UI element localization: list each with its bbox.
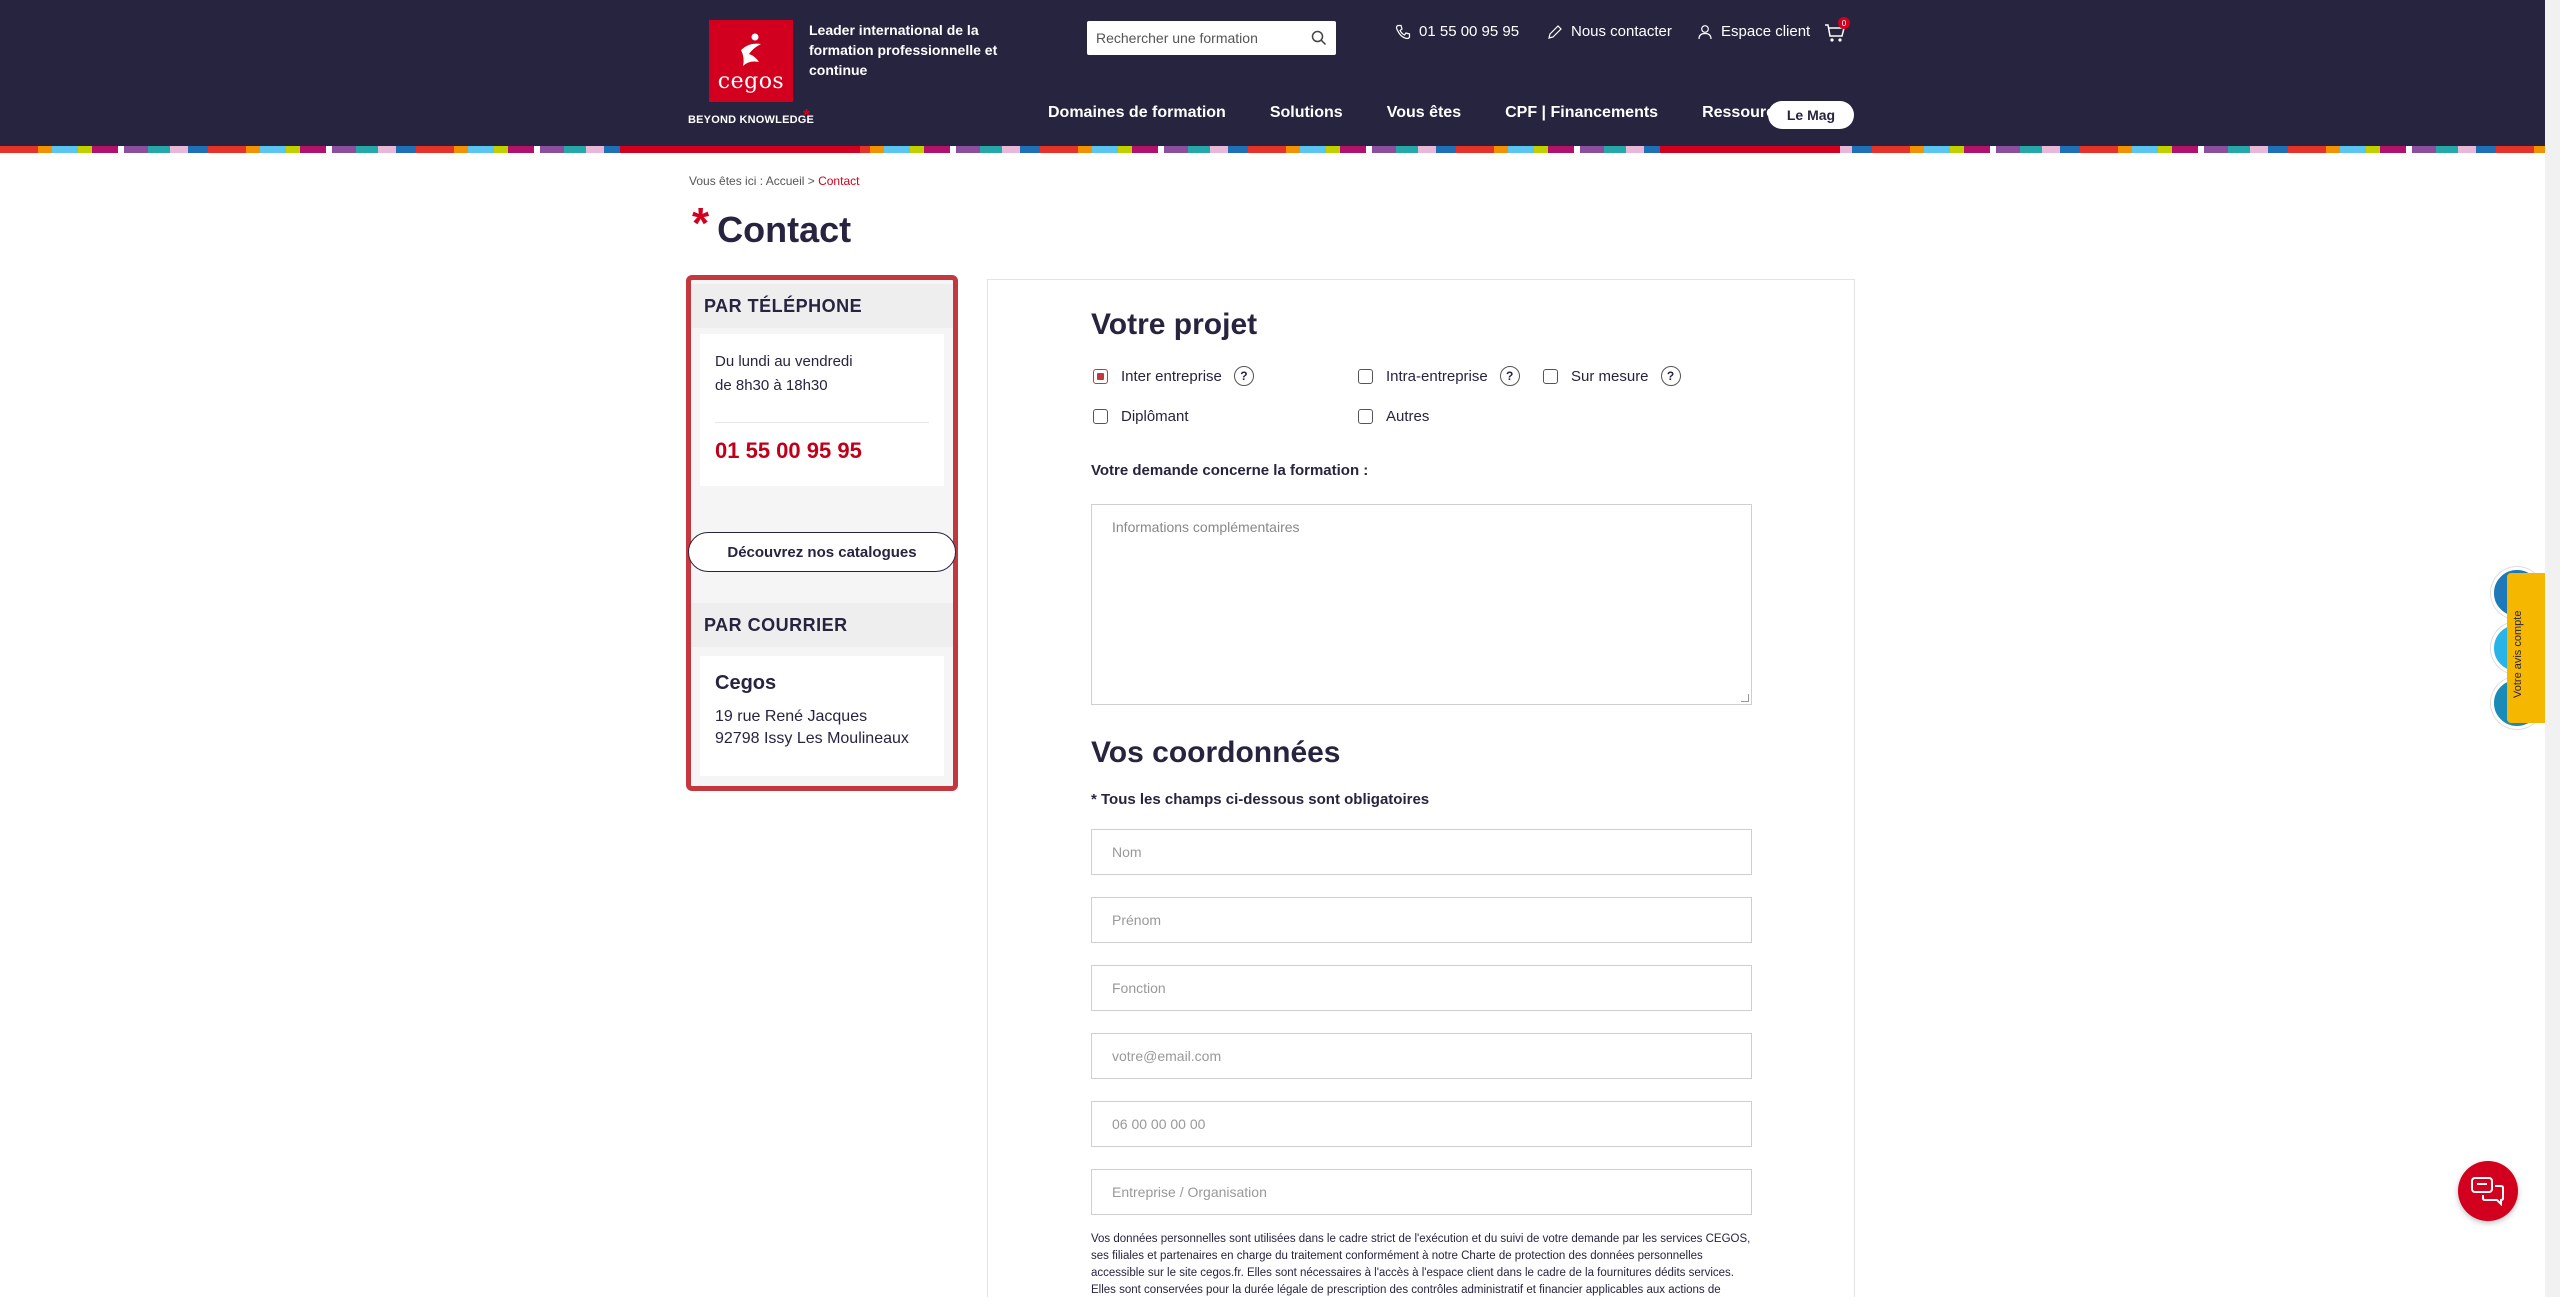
option-label: Inter entreprise (1121, 367, 1222, 385)
nav-item-vous-etes[interactable]: Vous êtes (1387, 104, 1461, 122)
phone-field[interactable]: 06 00 00 00 00 (1091, 1101, 1752, 1147)
fonction-field[interactable]: Fonction (1091, 965, 1752, 1011)
contact-sidebar: PAR TÉLÉPHONE Du lundi au vendredi de 8h… (686, 275, 958, 791)
phone-icon (1395, 24, 1411, 39)
contact-link[interactable]: Nous contacter (1547, 23, 1672, 40)
nav-item-solutions[interactable]: Solutions (1270, 104, 1343, 122)
breadcrumb: Vous êtes ici : Accueil > Contact (689, 174, 859, 188)
search-icon[interactable] (1302, 21, 1336, 55)
chat-button[interactable] (2458, 1161, 2518, 1221)
phone-heading: PAR TÉLÉPHONE (691, 284, 953, 328)
scrollbar[interactable] (2545, 0, 2560, 1297)
site-header: cegos BEYOND KNOWLEDGE * Leader internati… (0, 0, 2545, 148)
required-fields-note: * Tous les champs ci-dessous sont obliga… (1091, 791, 1430, 808)
logo-text: cegos (717, 69, 785, 94)
pencil-icon (1548, 24, 1562, 39)
opening-hours: Du lundi au vendredi de 8h30 à 18h30 (715, 353, 853, 394)
option-sur-mesure[interactable]: Sur mesure ? (1543, 366, 1681, 386)
mail-box: Cegos 19 rue René Jacques 92798 Issy Les… (700, 656, 944, 776)
coordinates-title: Vos coordonnées (1091, 736, 1341, 769)
search-input[interactable]: Rechercher une formation (1087, 21, 1336, 55)
additional-info-textarea[interactable]: Informations complémentaires (1091, 504, 1752, 705)
header-tagline: Leader international de la formation pro… (809, 22, 998, 78)
option-label: Intra-entreprise (1386, 367, 1488, 385)
page-title-text: Contact (717, 209, 852, 250)
client-space-link[interactable]: Espace client (1697, 23, 1810, 40)
option-inter-entreprise[interactable]: Inter entreprise ? (1093, 366, 1254, 386)
page-title: * Contact (692, 199, 852, 254)
contact-link-label: Nous contacter (1571, 23, 1672, 40)
help-icon[interactable]: ? (1499, 366, 1520, 386)
postal-address: 19 rue René Jacques 92798 Issy Les Mouli… (715, 708, 909, 747)
breadcrumb-prefix: Vous êtes ici : (689, 174, 766, 188)
search-placeholder: Rechercher une formation (1096, 30, 1258, 46)
privacy-disclaimer: Vos données personnelles sont utilisées … (1091, 1233, 1751, 1296)
catalogs-button[interactable]: Découvrez nos catalogues (688, 532, 956, 572)
color-stripe (0, 146, 2545, 153)
checkbox-diplomant[interactable] (1093, 409, 1108, 424)
option-label: Diplômant (1121, 408, 1189, 425)
textarea-placeholder: Informations complémentaires (1112, 519, 1300, 535)
title-star-icon: * (692, 199, 710, 248)
header-phone-link[interactable]: 01 55 00 95 95 (1395, 23, 1519, 40)
contact-form: Votre projet Inter entreprise ? Intra-en… (987, 279, 1855, 1297)
option-label: Sur mesure (1571, 367, 1649, 385)
star-icon: * (803, 106, 811, 126)
logo-tagline: BEYOND KNOWLEDGE * (688, 106, 815, 126)
cart-count-badge: 0 (1838, 17, 1850, 29)
user-icon (1698, 24, 1712, 39)
formation-label: Votre demande concerne la formation : (1091, 462, 1369, 479)
option-label: Autres (1386, 408, 1430, 425)
stripe-accent (1660, 146, 1840, 153)
feedback-tab-label: Votre avis compte (2512, 610, 2524, 698)
logo-figure-icon (741, 33, 761, 66)
divider (715, 422, 929, 423)
le-mag-button[interactable]: Le Mag (1768, 101, 1854, 129)
stripe-accent (620, 146, 860, 153)
mail-heading: PAR COURRIER (691, 603, 953, 647)
checkbox-intra-entreprise[interactable] (1358, 368, 1373, 384)
cegos-logo[interactable]: cegos (709, 20, 793, 102)
checkbox-sur-mesure[interactable] (1543, 368, 1558, 384)
breadcrumb-separator: > (804, 174, 819, 188)
help-icon[interactable]: ? (1233, 366, 1254, 386)
checkbox-autres[interactable] (1358, 409, 1373, 424)
breadcrumb-home[interactable]: Accueil (766, 174, 805, 188)
company-name: Cegos (715, 672, 777, 694)
project-title: Votre projet (1091, 308, 1258, 341)
header-phone-label: 01 55 00 95 95 (1419, 23, 1520, 40)
prenom-field[interactable]: Prénom (1091, 897, 1752, 943)
help-icon[interactable]: ? (1660, 366, 1681, 386)
checkbox-inter-entreprise[interactable] (1093, 368, 1108, 384)
chat-icon (2471, 1177, 2504, 1206)
nom-field[interactable]: Nom (1091, 829, 1752, 875)
breadcrumb-current: Contact (818, 174, 860, 188)
option-autres[interactable]: Autres (1358, 408, 1429, 425)
email-field[interactable]: votre@email.com (1091, 1033, 1752, 1079)
sidebar-phone-number[interactable]: 01 55 00 95 95 (715, 438, 862, 464)
phone-box: Du lundi au vendredi de 8h30 à 18h30 01 … (700, 334, 944, 486)
nav-item-cpf[interactable]: CPF | Financements (1505, 104, 1658, 122)
nav-item-domaines[interactable]: Domaines de formation (1048, 104, 1226, 122)
main-nav: Domaines de formation Solutions Vous ête… (1048, 104, 1837, 122)
resize-handle[interactable] (1741, 694, 1749, 702)
company-field[interactable]: Entreprise / Organisation (1091, 1169, 1752, 1215)
option-intra-entreprise[interactable]: Intra-entreprise ? (1358, 366, 1520, 386)
option-diplomant[interactable]: Diplômant (1093, 408, 1189, 425)
client-space-label: Espace client (1721, 23, 1811, 40)
